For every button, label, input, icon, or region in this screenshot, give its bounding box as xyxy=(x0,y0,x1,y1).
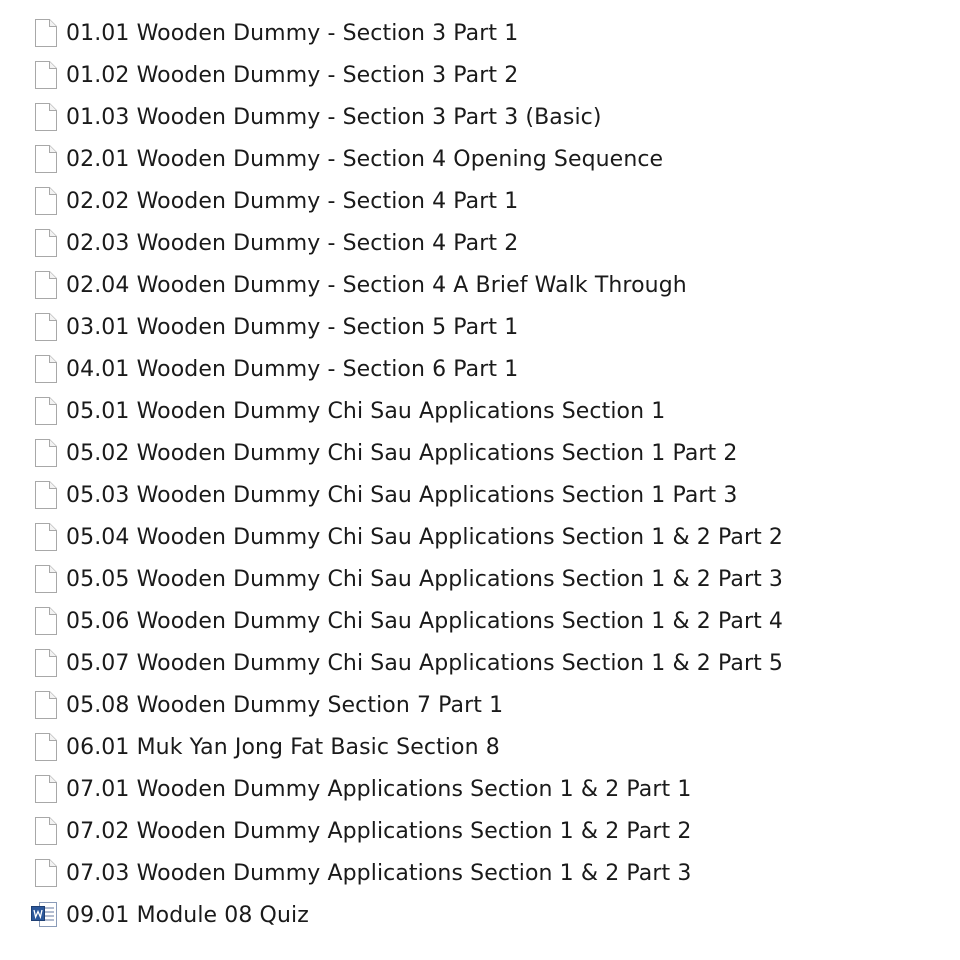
file-name: 06.01 Muk Yan Jong Fat Basic Section 8 xyxy=(66,735,500,760)
file-name: 05.02 Wooden Dummy Chi Sau Applications … xyxy=(66,441,738,466)
blank-file-icon xyxy=(34,103,58,131)
file-row[interactable]: 03.01 Wooden Dummy - Section 5 Part 1 xyxy=(0,307,960,349)
file-row[interactable]: 05.04 Wooden Dummy Chi Sau Applications … xyxy=(0,517,960,559)
blank-file-icon xyxy=(34,439,58,467)
file-row[interactable]: 07.02 Wooden Dummy Applications Section … xyxy=(0,811,960,853)
file-name: 05.06 Wooden Dummy Chi Sau Applications … xyxy=(66,609,784,634)
file-name: 04.01 Wooden Dummy - Section 6 Part 1 xyxy=(66,357,519,382)
blank-file-icon xyxy=(34,649,58,677)
blank-file-icon xyxy=(34,145,58,173)
file-name: 01.02 Wooden Dummy - Section 3 Part 2 xyxy=(66,63,519,88)
file-name: 09.01 Module 08 Quiz xyxy=(66,903,309,928)
file-row[interactable]: 05.02 Wooden Dummy Chi Sau Applications … xyxy=(0,433,960,475)
file-name: 07.02 Wooden Dummy Applications Section … xyxy=(66,819,692,844)
file-row[interactable]: 01.01 Wooden Dummy - Section 3 Part 1 xyxy=(0,13,960,55)
blank-file-icon xyxy=(34,355,58,383)
blank-file-icon xyxy=(34,565,58,593)
blank-file-icon xyxy=(34,481,58,509)
file-row[interactable]: 06.01 Muk Yan Jong Fat Basic Section 8 xyxy=(0,727,960,769)
blank-file-icon xyxy=(34,523,58,551)
file-name: 05.04 Wooden Dummy Chi Sau Applications … xyxy=(66,525,784,550)
file-name: 07.03 Wooden Dummy Applications Section … xyxy=(66,861,692,886)
file-row[interactable]: 05.06 Wooden Dummy Chi Sau Applications … xyxy=(0,601,960,643)
file-row[interactable]: 07.03 Wooden Dummy Applications Section … xyxy=(0,853,960,895)
file-name: 05.01 Wooden Dummy Chi Sau Applications … xyxy=(66,399,666,424)
file-row[interactable]: 05.07 Wooden Dummy Chi Sau Applications … xyxy=(0,643,960,685)
blank-file-icon xyxy=(34,271,58,299)
blank-file-icon xyxy=(34,817,58,845)
blank-file-icon xyxy=(34,187,58,215)
file-name: 01.03 Wooden Dummy - Section 3 Part 3 (B… xyxy=(66,105,602,130)
blank-file-icon xyxy=(34,397,58,425)
blank-file-icon xyxy=(34,859,58,887)
file-name: 02.01 Wooden Dummy - Section 4 Opening S… xyxy=(66,147,664,172)
file-name: 07.01 Wooden Dummy Applications Section … xyxy=(66,777,692,802)
file-row[interactable]: 02.01 Wooden Dummy - Section 4 Opening S… xyxy=(0,139,960,181)
blank-file-icon xyxy=(34,229,58,257)
file-row[interactable]: 02.02 Wooden Dummy - Section 4 Part 1 xyxy=(0,181,960,223)
file-row[interactable]: 05.01 Wooden Dummy Chi Sau Applications … xyxy=(0,391,960,433)
file-name: 02.04 Wooden Dummy - Section 4 A Brief W… xyxy=(66,273,687,298)
blank-file-icon xyxy=(34,607,58,635)
file-row[interactable]: 02.03 Wooden Dummy - Section 4 Part 2 xyxy=(0,223,960,265)
file-row[interactable]: 05.08 Wooden Dummy Section 7 Part 1 xyxy=(0,685,960,727)
file-row[interactable]: 05.05 Wooden Dummy Chi Sau Applications … xyxy=(0,559,960,601)
file-name: 01.01 Wooden Dummy - Section 3 Part 1 xyxy=(66,21,519,46)
blank-file-icon xyxy=(34,775,58,803)
file-row[interactable]: 07.01 Wooden Dummy Applications Section … xyxy=(0,769,960,811)
file-row[interactable]: 02.04 Wooden Dummy - Section 4 A Brief W… xyxy=(0,265,960,307)
blank-file-icon xyxy=(34,19,58,47)
blank-file-icon xyxy=(34,313,58,341)
file-name: 02.02 Wooden Dummy - Section 4 Part 1 xyxy=(66,189,519,214)
file-row[interactable]: 01.02 Wooden Dummy - Section 3 Part 2 xyxy=(0,55,960,97)
file-name: 05.08 Wooden Dummy Section 7 Part 1 xyxy=(66,693,504,718)
file-name: 05.07 Wooden Dummy Chi Sau Applications … xyxy=(66,651,784,676)
file-name: 05.05 Wooden Dummy Chi Sau Applications … xyxy=(66,567,784,592)
file-row[interactable]: 01.03 Wooden Dummy - Section 3 Part 3 (B… xyxy=(0,97,960,139)
file-row[interactable]: 04.01 Wooden Dummy - Section 6 Part 1 xyxy=(0,349,960,391)
file-row[interactable]: 05.03 Wooden Dummy Chi Sau Applications … xyxy=(0,475,960,517)
file-name: 02.03 Wooden Dummy - Section 4 Part 2 xyxy=(66,231,519,256)
blank-file-icon xyxy=(34,61,58,89)
file-name: 03.01 Wooden Dummy - Section 5 Part 1 xyxy=(66,315,519,340)
file-name: 05.03 Wooden Dummy Chi Sau Applications … xyxy=(66,483,738,508)
blank-file-icon xyxy=(34,733,58,761)
word-document-icon xyxy=(30,900,57,928)
blank-file-icon xyxy=(34,691,58,719)
file-list: 01.01 Wooden Dummy - Section 3 Part 1 01.… xyxy=(0,13,960,937)
file-row[interactable]: 09.01 Module 08 Quiz xyxy=(0,895,960,937)
